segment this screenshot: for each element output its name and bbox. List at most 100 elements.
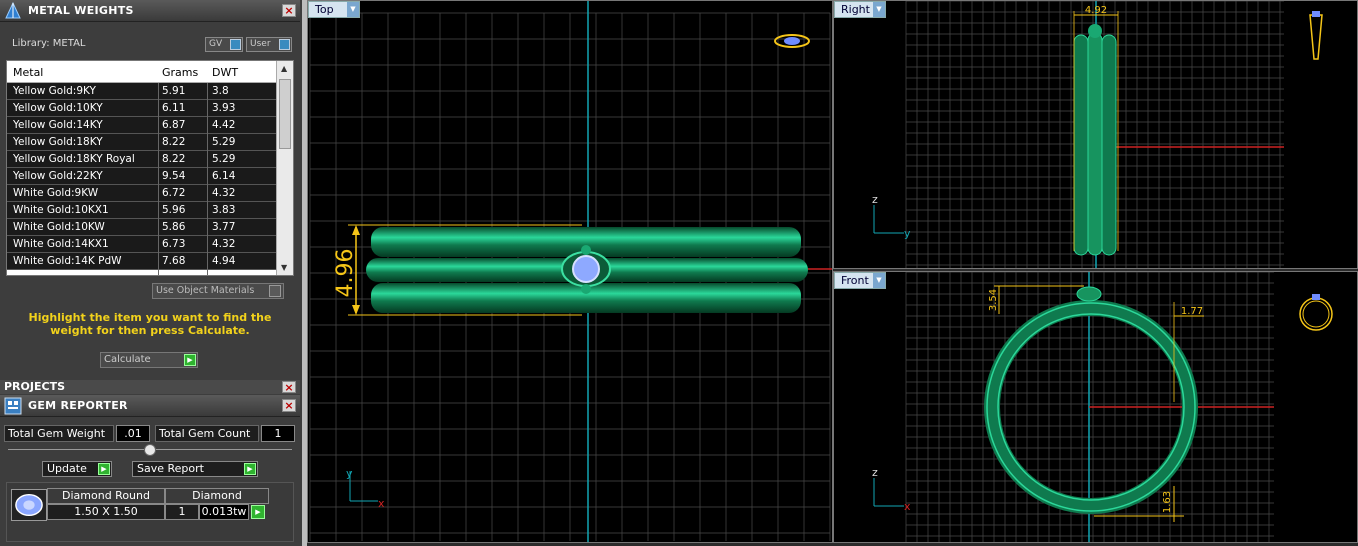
axis-letter-z: z	[872, 466, 878, 479]
gv-toggle-label: GV	[209, 39, 223, 49]
save-report-label: Save Report	[137, 462, 204, 475]
front-view-canvas[interactable]: 3.54 1.77 1.63 z x	[834, 272, 1358, 543]
table-row[interactable]: Yellow Gold:14KY 6.87 4.42	[7, 117, 293, 134]
cell-metal: White Gold:9KW	[13, 187, 99, 199]
column-header-grams[interactable]: Grams	[162, 66, 198, 79]
cell-grams: 6.72	[162, 187, 186, 199]
axis-letter-x: x	[904, 500, 911, 513]
cell-grams: 9.54	[162, 170, 186, 182]
cell-metal: White Gold:10KW	[13, 221, 105, 233]
viewport-front[interactable]: 3.54 1.77 1.63 z x Front ▼	[833, 271, 1358, 543]
left-panel: METAL WEIGHTS × Library: METAL GV User M…	[0, 0, 302, 546]
table-row[interactable]: White Gold:10KX1 5.96 3.83	[7, 202, 293, 219]
play-icon[interactable]: ▶	[251, 505, 265, 519]
axis-letter-z: z	[872, 193, 878, 206]
diamond-gem-icon	[11, 489, 47, 521]
scroll-up-icon[interactable]: ▲	[281, 64, 287, 73]
setting-head[interactable]	[1088, 24, 1102, 38]
cell-dwt: 3.8	[212, 85, 229, 97]
cell-dwt: 3.93	[212, 102, 236, 114]
cell-grams: 5.91	[162, 85, 186, 97]
cell-metal: White Gold:10KX1	[13, 204, 109, 216]
projects-header[interactable]: PROJECTS ×	[0, 380, 300, 394]
use-object-materials-label: Use Object Materials	[156, 285, 255, 296]
cell-dwt: 4.94	[212, 255, 236, 267]
gem-shape: Diamond Round	[47, 488, 165, 504]
top-view-canvas[interactable]: 4.96 y x	[308, 1, 833, 543]
cell-dwt: 4.32	[212, 238, 236, 250]
column-header-dwt[interactable]: DWT	[212, 66, 238, 79]
ring-side-band[interactable]	[1073, 34, 1089, 256]
metal-table[interactable]: Metal Grams DWT Yellow Gold:9KY 5.91 3.8 Ye…	[6, 60, 294, 276]
checkbox-icon[interactable]	[269, 285, 281, 297]
gv-toggle[interactable]: GV	[205, 37, 243, 52]
ring-side-band[interactable]	[1087, 32, 1103, 256]
cell-grams: 6.11	[162, 102, 186, 114]
scale-icon	[5, 1, 21, 19]
update-label: Update	[47, 462, 87, 475]
cell-dwt: 3.83	[212, 204, 236, 216]
calculate-label: Calculate	[104, 354, 151, 365]
setting-head[interactable]	[1076, 286, 1102, 302]
ring-side-band[interactable]	[1101, 34, 1117, 256]
table-row[interactable]: White Gold:14KX1 6.73 4.32	[7, 236, 293, 253]
cell-dwt: 5.29	[212, 153, 236, 165]
scroll-thumb[interactable]	[279, 79, 291, 149]
save-report-button[interactable]: Save Report ▶	[132, 461, 258, 477]
cell-metal: White Gold:14KX1	[13, 238, 109, 250]
right-view-canvas[interactable]: 4.92 z y	[834, 1, 1358, 269]
axis-letter-y: y	[904, 227, 911, 240]
total-gem-weight-label: Total Gem Weight	[4, 425, 114, 442]
chevron-down-icon: ▼	[873, 2, 885, 17]
close-icon[interactable]: ×	[282, 381, 296, 393]
user-toggle[interactable]: User	[246, 37, 292, 52]
table-row[interactable]: Yellow Gold:9KY 5.91 3.8	[7, 83, 293, 100]
viewport-right-menu[interactable]: Right ▼	[834, 1, 886, 18]
total-gem-count-value: 1	[261, 425, 295, 442]
viewport-top[interactable]: 4.96 y x Top ▼	[307, 0, 833, 543]
gem-list-item[interactable]: Diamond Round Diamond 1.50 X 1.50 1 0.01…	[6, 482, 294, 542]
table-row[interactable]: Yellow Gold:18KY 8.22 5.29	[7, 134, 293, 151]
scroll-down-icon[interactable]: ▼	[281, 263, 287, 272]
gem-quantity: 1	[165, 504, 199, 520]
gem-size: 1.50 X 1.50	[47, 504, 165, 520]
gem-slider-handle[interactable]	[144, 444, 156, 456]
column-divider	[158, 83, 159, 275]
table-row[interactable]: Yellow Gold:22KY 9.54 6.14	[7, 168, 293, 185]
viewport-top-menu[interactable]: Top ▼	[308, 1, 360, 18]
play-icon: ▶	[244, 463, 256, 475]
table-row[interactable]: Yellow Gold:18KY Royal 8.22 5.29	[7, 151, 293, 168]
table-row[interactable]: White Gold:10KW 5.86 3.77	[7, 219, 293, 236]
ring-preview-icon	[1309, 11, 1323, 60]
close-icon[interactable]: ×	[282, 4, 296, 17]
metal-weights-title: METAL WEIGHTS	[28, 4, 134, 17]
cell-grams: 5.96	[162, 204, 186, 216]
chevron-down-icon: ▼	[873, 273, 885, 288]
front-dimension-b: 1.77	[1181, 306, 1203, 317]
table-row[interactable]: White Gold:9KW 6.72 4.32	[7, 185, 293, 202]
close-icon[interactable]: ×	[282, 399, 296, 412]
total-gem-count-label: Total Gem Count	[155, 425, 259, 442]
viewport-right[interactable]: 4.92 z y Right ▼	[833, 0, 1358, 269]
total-gem-weight-value: .01	[116, 425, 150, 442]
use-object-materials-checkbox[interactable]: Use Object Materials	[152, 283, 284, 299]
play-icon: ▶	[184, 354, 196, 366]
column-header-metal[interactable]: Metal	[13, 66, 43, 79]
table-scrollbar[interactable]: ▲ ▼	[276, 61, 293, 275]
viewport-front-menu[interactable]: Front ▼	[834, 272, 886, 289]
front-dimension-a: 3.54	[988, 289, 999, 311]
calculate-button[interactable]: Calculate ▶	[100, 352, 198, 368]
projects-title: PROJECTS	[4, 380, 65, 393]
diamond-stone[interactable]	[572, 255, 600, 283]
viewport-top-label: Top	[315, 3, 334, 16]
cell-metal: Yellow Gold:10KY	[13, 102, 103, 114]
update-button[interactable]: Update ▶	[42, 461, 112, 477]
prong	[581, 284, 591, 294]
cell-grams: 7.68	[162, 255, 186, 267]
table-row[interactable]: Yellow Gold:10KY 6.11 3.93	[7, 100, 293, 117]
viewport-front-label: Front	[841, 274, 869, 287]
cell-dwt: 6.14	[212, 170, 236, 182]
table-row[interactable]: White Gold:14K PdW 7.68 4.94	[7, 253, 293, 270]
ring-preview-icon	[1299, 294, 1333, 331]
cell-metal: Yellow Gold:9KY	[13, 85, 96, 97]
